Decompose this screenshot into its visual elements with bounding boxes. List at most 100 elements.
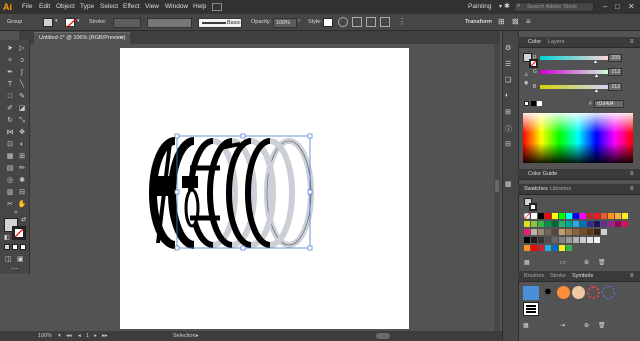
edit-toolbar-icon[interactable]: ⋯ [11, 265, 18, 273]
minimize-button[interactable]: – [603, 0, 607, 14]
flip-icon[interactable]: ⊠ [512, 17, 520, 27]
first-artboard-button[interactable]: ◂◂ [66, 331, 72, 341]
column-graph-tool-icon[interactable]: ▥ [5, 188, 15, 198]
symbol-sprayer-tool-icon[interactable]: ✺ [17, 176, 27, 186]
stroke-color-box[interactable] [12, 226, 26, 240]
selection-tool-icon[interactable]: ➤ [5, 44, 15, 54]
zoom-level-field[interactable]: 106% [38, 331, 52, 341]
reference-point-icon[interactable] [366, 17, 376, 27]
panel-menu-icon[interactable]: ≡ [630, 37, 634, 48]
chevron-down-icon[interactable]: ▾ [77, 18, 80, 24]
gradient-mode-icon[interactable] [12, 244, 18, 250]
screen-mode-icon[interactable]: ▣ [17, 255, 24, 263]
gradient-tool-icon[interactable]: ▤ [5, 164, 15, 174]
chevron-right-icon[interactable]: › [298, 18, 300, 24]
paintbrush-tool-icon[interactable]: ✎ [17, 92, 27, 102]
artboard[interactable] [120, 48, 409, 329]
isolate-group-icon[interactable] [380, 17, 390, 27]
maximize-button[interactable]: □ [615, 0, 620, 14]
zoom-tool-icon[interactable]: ⌕ [11, 208, 21, 218]
perspective-grid-tool-icon[interactable]: ▦ [5, 152, 15, 162]
search-input[interactable]: Search Adobe Stock [514, 2, 594, 12]
artboards-icon[interactable]: ⊞ [505, 108, 511, 116]
slider-r-thumb[interactable]: ▲ [593, 59, 598, 65]
new-swatch-icon[interactable]: ⊕ [584, 259, 589, 266]
curvature-tool-icon[interactable]: ∫ [17, 68, 27, 78]
tab-color[interactable]: Color [524, 37, 545, 48]
menu-window[interactable]: Window [165, 0, 188, 14]
document-tab[interactable]: Untitled-1* @ 106% (RGB/Preview) × [34, 32, 130, 44]
artboard-tool-icon[interactable]: ⊟ [17, 188, 27, 198]
default-colors-icon[interactable]: ◧ [4, 234, 10, 241]
horizontal-scroll-thumb[interactable] [376, 333, 390, 339]
symbol-dotted-ring[interactable] [587, 286, 600, 299]
tab-stroke[interactable]: Stroke [546, 271, 570, 282]
panel-menu-icon[interactable]: ≡ [630, 271, 634, 282]
collapsed-panel-icon[interactable]: ⚙ [505, 44, 511, 52]
align-panel-icon[interactable]: ⊟ [505, 140, 511, 148]
type-tool-icon[interactable]: T [5, 80, 15, 90]
graphic-style-swatch[interactable] [323, 18, 333, 27]
menu-select[interactable]: Select [100, 0, 118, 14]
tab-color-guide[interactable]: Color Guide [524, 169, 561, 180]
swatch-library-menu-icon[interactable]: ▦ [524, 259, 530, 266]
menu-effect[interactable]: Effect [123, 0, 140, 14]
magic-wand-tool-icon[interactable]: ✧ [5, 56, 15, 66]
eraser-tool-icon[interactable]: ◪ [17, 104, 27, 114]
symbol-text-block[interactable] [523, 302, 539, 316]
draw-mode-icon[interactable]: ◫ [5, 255, 12, 263]
chevron-right-icon[interactable]: ▸ [196, 331, 199, 341]
shaper-tool-icon[interactable]: ✐ [5, 104, 15, 114]
menu-object[interactable]: Object [56, 0, 75, 14]
channel-r-field[interactable]: 209 [608, 54, 622, 62]
mesh-tool-icon[interactable]: ⊞ [17, 152, 27, 162]
lightbulb-icon[interactable]: ✱ [504, 2, 510, 10]
eyedropper-tool-icon[interactable]: ✏ [17, 164, 27, 174]
swap-colors-icon[interactable]: ⇄ [21, 216, 26, 223]
line-segment-tool-icon[interactable]: ╲ [17, 80, 27, 90]
slider-g-thumb[interactable]: ▲ [594, 73, 599, 79]
gradient-panel-icon[interactable]: ▦ [505, 180, 512, 188]
swatch-grid-cells[interactable] [523, 212, 634, 257]
delete-symbol-icon[interactable]: 🗑 [598, 322, 606, 329]
white-swatch[interactable] [537, 101, 542, 106]
libraries-icon[interactable]: ❏ [505, 76, 511, 84]
chevron-down-icon[interactable]: ▾ [58, 331, 61, 341]
stroke-swatch[interactable] [65, 18, 77, 29]
last-artboard-button[interactable]: ▸▸ [102, 331, 108, 341]
color-mode-icon[interactable] [4, 244, 10, 250]
rectangle-tool-icon[interactable]: □ [5, 92, 15, 102]
opacity-field[interactable]: 100% [273, 18, 297, 28]
scale-tool-icon[interactable]: ⤡ [17, 116, 27, 126]
stroke-weight-field[interactable] [113, 18, 141, 28]
none-mode-icon[interactable] [20, 244, 26, 250]
blend-tool-icon[interactable]: ◎ [5, 176, 15, 186]
menu-file[interactable]: File [22, 0, 32, 14]
out-of-gamut-icon[interactable]: ⚠ [524, 72, 528, 78]
tab-symbols[interactable]: Symbols [568, 271, 597, 282]
symbol-blue-ring[interactable] [602, 286, 615, 299]
recolor-artwork-icon[interactable] [338, 17, 348, 27]
close-tab-button[interactable]: × [120, 33, 123, 44]
arrange-documents-icon[interactable] [212, 3, 222, 11]
chevron-down-icon[interactable]: ▾ [499, 0, 502, 14]
new-color-group-icon[interactable]: ▭ [560, 259, 566, 266]
close-window-button[interactable]: ✕ [628, 0, 635, 14]
puppet-warp-tool-icon[interactable]: ✥ [17, 128, 27, 138]
panel-menu-icon[interactable]: ≡ [630, 169, 634, 180]
black-swatch[interactable] [531, 101, 536, 106]
tab-brushes[interactable]: Brushes [520, 271, 548, 282]
transform-button[interactable]: Transform [465, 14, 492, 31]
channel-b-field[interactable]: 212 [608, 83, 622, 91]
channel-g-field[interactable]: 212 [608, 68, 622, 76]
align-icon[interactable] [352, 17, 362, 27]
swatches-stroke[interactable] [529, 203, 537, 211]
width-tool-icon[interactable]: ⋈ [5, 128, 15, 138]
tab-libraries[interactable]: Libraries [546, 184, 575, 195]
distribute-icon[interactable]: ⋮ [398, 17, 406, 27]
panel-menu-icon[interactable]: ≡ [630, 184, 634, 195]
transform-options-icon[interactable]: ⊞ [498, 17, 506, 27]
free-transform-tool-icon[interactable]: ⊡ [5, 140, 15, 150]
brush-definition[interactable]: Basic [198, 18, 242, 28]
properties-icon[interactable]: ☰ [505, 60, 511, 68]
